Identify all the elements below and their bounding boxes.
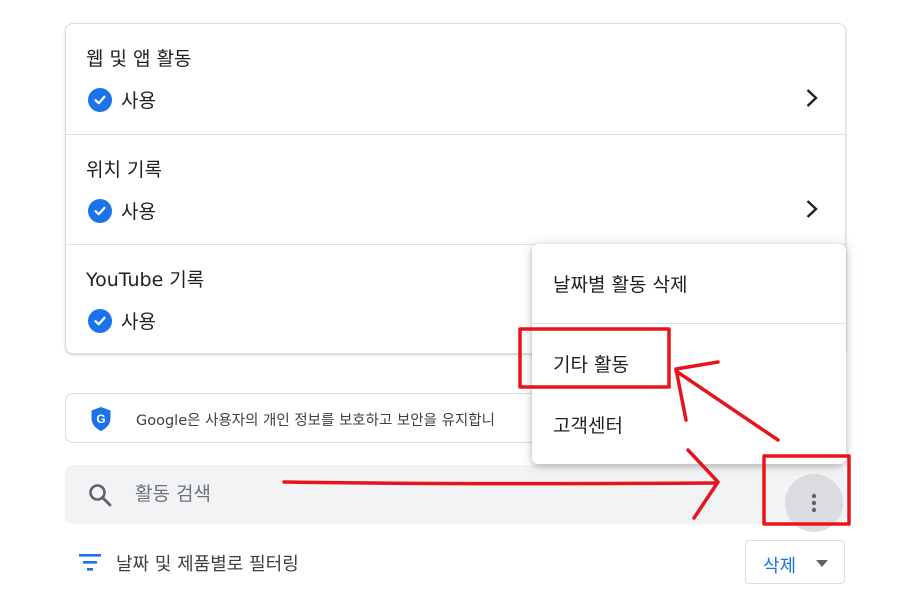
row-status: 사용	[88, 86, 156, 113]
more-vert-icon	[811, 493, 817, 513]
my-activity-page: 웹 및 앱 활동 사용 위치 기록 사용 YouTube 기록 사용 G Goo…	[0, 0, 901, 597]
caret-down-icon	[816, 560, 828, 567]
menu-item-delete-by-date[interactable]: 날짜별 활동 삭제	[532, 244, 846, 323]
delete-button[interactable]: 삭제	[745, 540, 845, 584]
menu-item-label: 날짜별 활동 삭제	[553, 274, 688, 296]
chevron-right-icon[interactable]	[805, 88, 819, 108]
search-input[interactable]	[135, 479, 735, 509]
row-status: 사용	[88, 197, 156, 224]
status-label: 사용	[121, 201, 156, 223]
row-title: 위치 기록	[86, 159, 162, 181]
filter-icon[interactable]	[78, 552, 102, 572]
check-circle-icon	[88, 198, 112, 223]
menu-item-help-center[interactable]: 고객센터	[532, 394, 846, 464]
check-circle-icon	[88, 308, 112, 333]
search-icon[interactable]	[87, 482, 113, 508]
more-options-button[interactable]	[785, 474, 843, 532]
filter-by-date-product-link[interactable]: 날짜 및 제품별로 필터링	[116, 550, 299, 576]
menu-item-label: 고객센터	[553, 415, 623, 437]
row-status: 사용	[88, 307, 156, 334]
status-label: 사용	[121, 311, 156, 333]
info-text: Google은 사용자의 개인 정보를 보호하고 보안을 유지합니	[136, 413, 495, 429]
check-circle-icon	[88, 87, 112, 112]
menu-item-other-activity[interactable]: 기타 활동	[532, 324, 846, 394]
google-shield-icon: G	[91, 407, 111, 431]
more-options-menu: 날짜별 활동 삭제 기타 활동 고객센터	[532, 244, 846, 464]
row-title: 웹 및 앱 활동	[86, 48, 192, 70]
menu-item-label: 기타 활동	[553, 354, 629, 376]
location-history-row[interactable]: 위치 기록 사용	[66, 134, 845, 244]
status-label: 사용	[121, 90, 156, 112]
activity-search-bar	[65, 465, 844, 532]
svg-text:G: G	[96, 412, 105, 426]
chevron-right-icon[interactable]	[805, 199, 819, 219]
row-title: YouTube 기록	[86, 269, 205, 291]
web-app-activity-row[interactable]: 웹 및 앱 활동 사용	[66, 24, 845, 134]
delete-label: 삭제	[763, 556, 797, 577]
